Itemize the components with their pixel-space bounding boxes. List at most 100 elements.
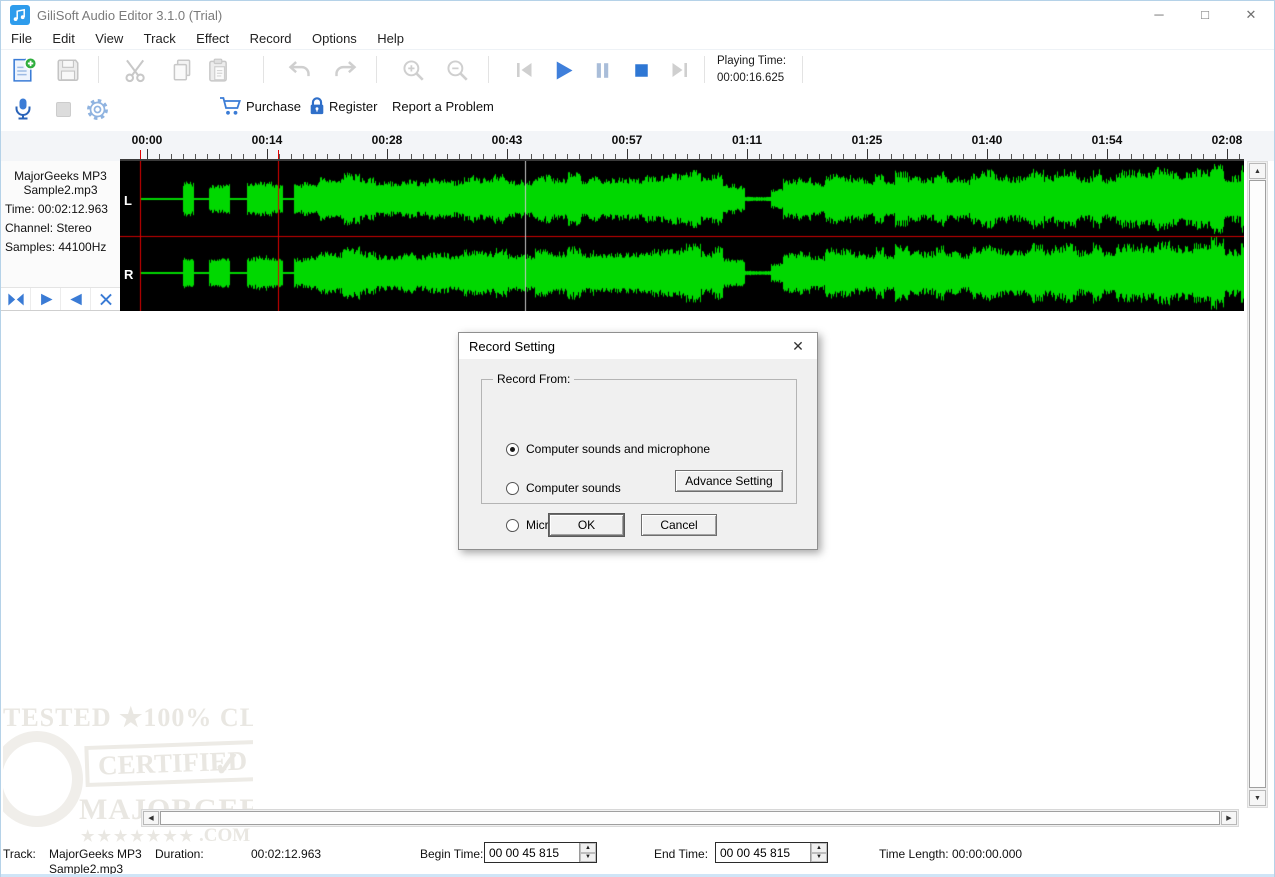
menu-edit[interactable]: Edit — [44, 29, 82, 48]
dialog-close-icon[interactable]: ✕ — [787, 336, 809, 356]
menu-file[interactable]: File — [3, 29, 40, 48]
ruler-tick — [315, 154, 316, 159]
ruler-tick — [939, 154, 940, 159]
track-channel: Channel: Stereo — [5, 221, 92, 235]
track-status-line1: MajorGeeks MP3 — [49, 847, 142, 861]
scroll-down-arrow-icon[interactable]: ▼ — [1249, 790, 1266, 806]
skip-to-start-button[interactable] — [508, 54, 540, 86]
rewind-button[interactable] — [61, 288, 91, 310]
radio-label: Computer sounds — [526, 481, 621, 495]
horizontal-scroll-thumb[interactable] — [160, 811, 1220, 825]
record-from-label: Record From: — [493, 372, 575, 386]
ruler-tick — [855, 154, 856, 159]
ruler-tick — [831, 154, 832, 159]
ruler-tick — [411, 154, 412, 159]
pause-button[interactable] — [586, 54, 618, 86]
menu-view[interactable]: View — [87, 29, 131, 48]
end-time-input[interactable]: 00 00 45 815 ▲ ▼ — [715, 842, 828, 863]
copy-button[interactable] — [166, 54, 198, 86]
begin-time-label: Begin Time: — [420, 847, 484, 861]
menu-effect[interactable]: Effect — [188, 29, 237, 48]
begin-time-value[interactable]: 00 00 45 815 — [485, 843, 579, 862]
radio-button-icon[interactable] — [506, 481, 519, 495]
spin-down-icon[interactable]: ▼ — [811, 852, 827, 862]
new-file-button[interactable] — [7, 54, 39, 86]
ruler-tick — [339, 154, 340, 159]
report-a-problem-button[interactable]: Report a Problem — [392, 99, 494, 114]
ruler-tick — [351, 154, 352, 159]
horizontal-scrollbar[interactable]: ◀ ▶ — [141, 809, 1239, 827]
ruler-tick — [591, 154, 592, 159]
ruler-tick — [627, 149, 628, 159]
minimize-button[interactable]: ─ — [1136, 1, 1182, 29]
ruler-tick — [951, 154, 952, 159]
ruler-tick — [651, 154, 652, 159]
radio-button-icon[interactable] — [506, 518, 519, 532]
vertical-scrollbar[interactable]: ▲ ▼ — [1247, 161, 1268, 808]
end-time-value[interactable]: 00 00 45 815 — [716, 843, 810, 862]
ruler-tick — [471, 154, 472, 159]
maximize-button[interactable]: □ — [1182, 1, 1228, 29]
scroll-left-arrow-icon[interactable]: ◀ — [143, 811, 159, 825]
goto-start-button[interactable] — [1, 288, 31, 310]
ruler-tick — [567, 154, 568, 159]
begin-time-input[interactable]: 00 00 45 815 ▲ ▼ — [484, 842, 597, 863]
spin-down-icon[interactable]: ▼ — [580, 852, 596, 862]
menu-help[interactable]: Help — [369, 29, 412, 48]
stop-button[interactable] — [625, 54, 657, 86]
menu-options[interactable]: Options — [304, 29, 365, 48]
menu-record[interactable]: Record — [242, 29, 300, 48]
redo-button[interactable] — [329, 54, 361, 86]
stop-record-square-icon — [55, 101, 71, 117]
ruler-tick — [915, 154, 916, 159]
waveform-display[interactable] — [120, 161, 1244, 311]
stop-record-button[interactable] — [47, 93, 79, 125]
register-button[interactable]: Register — [308, 96, 377, 116]
ruler-tick — [1155, 154, 1156, 159]
ruler-tick — [927, 154, 928, 159]
radio-button-icon[interactable] — [506, 442, 519, 456]
zoom-in-button[interactable] — [397, 54, 429, 86]
title-bar: GiliSoft Audio Editor 3.1.0 (Trial) ─ □ … — [1, 1, 1274, 29]
menu-track[interactable]: Track — [136, 29, 184, 48]
close-button[interactable]: ✕ — [1228, 1, 1274, 29]
dialog-title-bar[interactable]: Record Setting ✕ — [459, 333, 817, 359]
play-button[interactable] — [547, 54, 579, 86]
play-track-button[interactable] — [31, 288, 61, 310]
close-track-button[interactable] — [91, 288, 120, 310]
ruler-tick — [879, 154, 880, 159]
playing-time-label: Playing Time: — [717, 55, 787, 67]
paste-button[interactable] — [202, 54, 234, 86]
scroll-right-arrow-icon[interactable]: ▶ — [1221, 811, 1237, 825]
save-button[interactable] — [52, 54, 84, 86]
purchase-button[interactable]: Purchase — [219, 96, 301, 116]
undo-button[interactable] — [283, 54, 315, 86]
right-channel-label: R — [124, 267, 134, 282]
cancel-button[interactable]: Cancel — [641, 514, 717, 536]
vertical-scroll-thumb[interactable] — [1249, 180, 1266, 788]
record-microphone-button[interactable] — [7, 93, 39, 125]
advance-setting-button[interactable]: Advance Setting — [675, 470, 783, 492]
radio-computer-sounds-and-microphone[interactable]: Computer sounds and microphone — [506, 442, 710, 456]
ok-button[interactable]: OK — [549, 514, 624, 536]
skip-to-end-button[interactable] — [664, 54, 696, 86]
track-transport-buttons — [1, 287, 120, 310]
left-channel-label: L — [124, 193, 132, 208]
end-time-spinner: ▲ ▼ — [810, 843, 827, 862]
spin-up-icon[interactable]: ▲ — [811, 843, 827, 853]
record-settings-gear-button[interactable] — [81, 93, 113, 125]
ruler-tick — [891, 154, 892, 159]
zoom-out-button[interactable] — [441, 54, 473, 86]
ruler-tick — [1227, 149, 1228, 159]
ruler-tick — [783, 154, 784, 159]
timeline-ruler[interactable]: 00:00 00:14 00:28 00:43 00:57 01:11 01:25 01:40… — [1, 131, 1274, 161]
ruler-tick — [807, 154, 808, 159]
ruler-tick — [483, 154, 484, 159]
ruler-tick — [1047, 154, 1048, 159]
scroll-up-arrow-icon[interactable]: ▲ — [1249, 163, 1266, 179]
radio-computer-sounds[interactable]: Computer sounds — [506, 481, 621, 495]
spin-up-icon[interactable]: ▲ — [580, 843, 596, 853]
ruler-tick — [1143, 154, 1144, 159]
ruler-tick — [699, 154, 700, 159]
cut-button[interactable] — [120, 54, 152, 86]
